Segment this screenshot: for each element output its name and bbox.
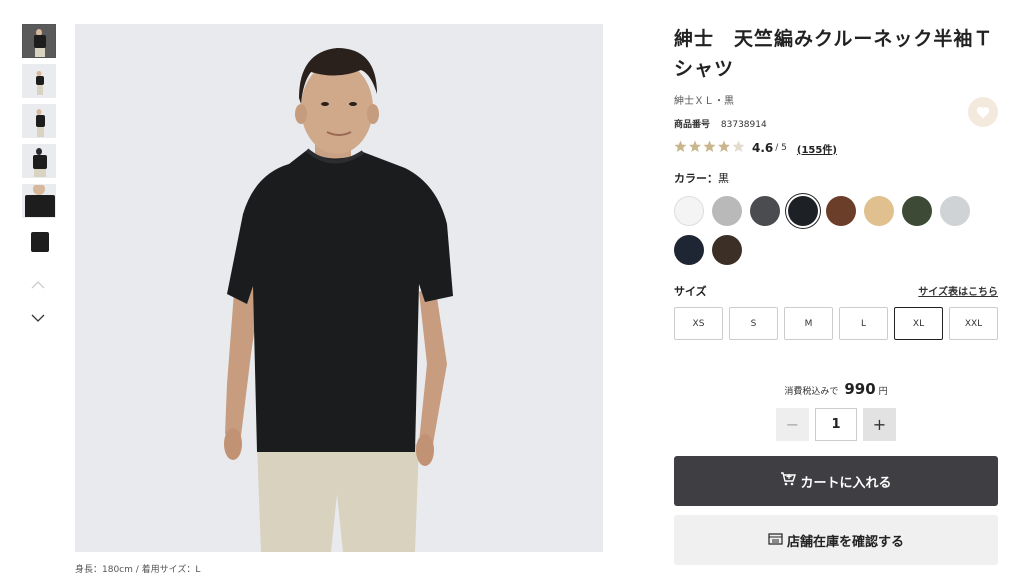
size-option-m[interactable]: M — [784, 307, 833, 340]
product-code-label: 商品番号 — [674, 120, 711, 130]
product-variant-text: 紳士ＸＬ・黒 — [674, 96, 734, 107]
color-swatch-1[interactable] — [674, 196, 704, 226]
check-store-stock-label: 店舗在庫を確認する — [786, 534, 904, 550]
rating-stars — [674, 140, 746, 157]
color-swatch-3[interactable] — [750, 196, 780, 226]
price-unit: 円 — [878, 387, 888, 397]
thumbnail-5[interactable] — [22, 184, 56, 218]
size-header: サイズ サイズ表はこちら — [674, 283, 998, 299]
thumbnail-1[interactable] — [22, 24, 56, 58]
color-label-row: カラー：黒 — [674, 170, 998, 186]
thumbnail-list — [22, 24, 58, 264]
size-option-xxl[interactable]: XXL — [949, 307, 998, 340]
size-label: サイズ — [674, 285, 707, 298]
quantity-decrease-button[interactable]: − — [776, 408, 809, 441]
color-swatch-6[interactable] — [864, 196, 894, 226]
size-option-xl[interactable]: XL — [894, 307, 943, 340]
quantity-stepper: − 1 + — [674, 408, 998, 441]
check-store-stock-button[interactable]: 店舗在庫を確認する — [674, 515, 998, 565]
color-swatch-list — [674, 196, 984, 274]
thumbnail-3[interactable] — [22, 104, 56, 138]
heart-icon[interactable] — [968, 97, 998, 127]
add-to-cart-label: カートに入れる — [800, 475, 892, 491]
price-amount: 990 — [844, 380, 876, 398]
product-title: 紳士 天竺編みクルーネック半袖Ｔシャツ — [674, 28, 994, 80]
chevron-down-icon[interactable] — [31, 311, 45, 325]
price-row: 消費税込みで 990 円 — [674, 380, 998, 398]
color-swatch-4[interactable] — [788, 196, 818, 226]
product-main-image — [75, 24, 603, 552]
size-option-l[interactable]: L — [839, 307, 888, 340]
price-tax-label: 消費税込みで — [784, 387, 839, 397]
thumbnail-6[interactable] — [22, 224, 56, 258]
cart-icon — [780, 472, 797, 490]
color-swatch-9[interactable] — [674, 235, 704, 265]
review-count-link[interactable]: (155件) — [797, 141, 837, 156]
quantity-input[interactable]: 1 — [815, 408, 857, 441]
size-option-s[interactable]: S — [729, 307, 778, 340]
rating-score: 4.6 — [752, 141, 774, 155]
selected-color-name: 黒 — [718, 172, 729, 185]
model-wearing-tshirt-illustration — [75, 24, 603, 552]
color-swatch-10[interactable] — [712, 235, 742, 265]
size-option-list: XS S M L XL XXL — [674, 307, 998, 340]
color-swatch-5[interactable] — [826, 196, 856, 226]
chevron-up-icon[interactable] — [31, 278, 45, 292]
color-swatch-7[interactable] — [902, 196, 932, 226]
rating-scale: / 5 — [775, 143, 787, 153]
star-icons — [674, 140, 745, 152]
quantity-increase-button[interactable]: + — [863, 408, 896, 441]
thumbnail-4[interactable] — [22, 144, 56, 178]
size-chart-link[interactable]: サイズ表はこちら — [918, 283, 998, 299]
product-code-row: 商品番号 83738914 — [674, 117, 998, 130]
color-label: カラー： — [674, 172, 718, 185]
size-option-xs[interactable]: XS — [674, 307, 723, 340]
color-swatch-2[interactable] — [712, 196, 742, 226]
store-icon — [768, 532, 783, 549]
add-to-cart-button[interactable]: カートに入れる — [674, 456, 998, 506]
product-detail-panel: 紳士 天竺編みクルーネック半袖Ｔシャツ 紳士ＸＬ・黒 商品番号 83738914… — [674, 24, 998, 565]
rating-row: 4.6 / 5 (155件) — [674, 140, 998, 156]
model-info-caption: 身長：180cm / 着用サイズ：L — [75, 565, 201, 575]
thumbnail-2[interactable] — [22, 64, 56, 98]
product-code-value: 83738914 — [720, 120, 767, 130]
color-swatch-8[interactable] — [940, 196, 970, 226]
